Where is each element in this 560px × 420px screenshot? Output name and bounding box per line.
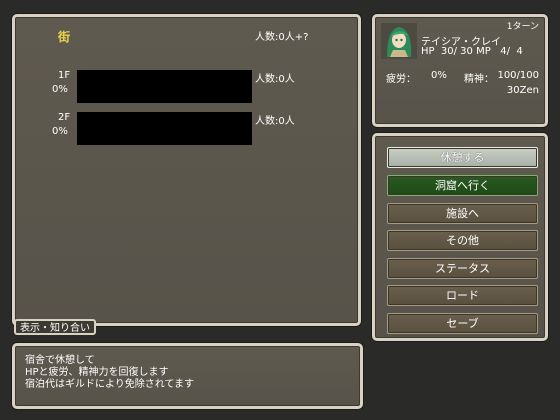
rest-button[interactable]: 休憩する xyxy=(387,147,538,168)
message-panel: 宿舎で休憩して HPと疲労、精神力を回復します 宿泊代はギルドにより免除されてま… xyxy=(12,343,363,409)
town-title: 街 xyxy=(58,30,71,44)
command-menu: 休憩する 洞窟へ行く 施設へ その他 ステータス ロード セーブ xyxy=(372,133,548,341)
spirit-value: 100/100 xyxy=(497,70,539,81)
floor-2-label: 2F xyxy=(58,112,71,123)
floor-1-percent: 0% xyxy=(52,84,68,95)
money: 30Zen xyxy=(506,85,539,96)
total-population: 人数:0人+? xyxy=(255,32,309,43)
floor-1-population: 人数:0人 xyxy=(255,74,295,85)
town-panel: 街 人数:0人+? 1F 0% 人数:0人 2F 0% 人数:0人 xyxy=(12,14,361,326)
floor-2-percent: 0% xyxy=(52,126,68,137)
floor-1-bar[interactable] xyxy=(77,70,252,103)
floor-2-bar[interactable] xyxy=(77,112,252,145)
status-button[interactable]: ステータス xyxy=(387,258,538,279)
facilities-button[interactable]: 施設へ xyxy=(387,203,538,224)
spirit-label: 精神： xyxy=(464,74,494,85)
load-button[interactable]: ロード xyxy=(387,285,538,306)
turn-counter: 1ターン xyxy=(506,22,539,32)
save-button[interactable]: セーブ xyxy=(387,313,538,334)
floor-2-population: 人数:0人 xyxy=(255,116,295,127)
go-to-cave-button[interactable]: 洞窟へ行く xyxy=(387,175,538,196)
message-line-3: 宿泊代はギルドにより免除されてます xyxy=(25,379,194,390)
character-portrait xyxy=(381,23,417,59)
fatigue-label: 疲労： xyxy=(386,74,416,85)
status-panel: 1ターン テイシア・クレイ HP 30/ 30 MP 4/ 4 疲労： 0% 精… xyxy=(372,14,548,127)
floor-1-label: 1F xyxy=(58,70,71,81)
fatigue-value: 0% xyxy=(431,70,447,81)
view-acquaintances-tab[interactable]: 表示・知り合い xyxy=(14,319,96,335)
hp-mp-readout: HP 30/ 30 MP 4/ 4 xyxy=(421,46,523,57)
other-button[interactable]: その他 xyxy=(387,230,538,251)
